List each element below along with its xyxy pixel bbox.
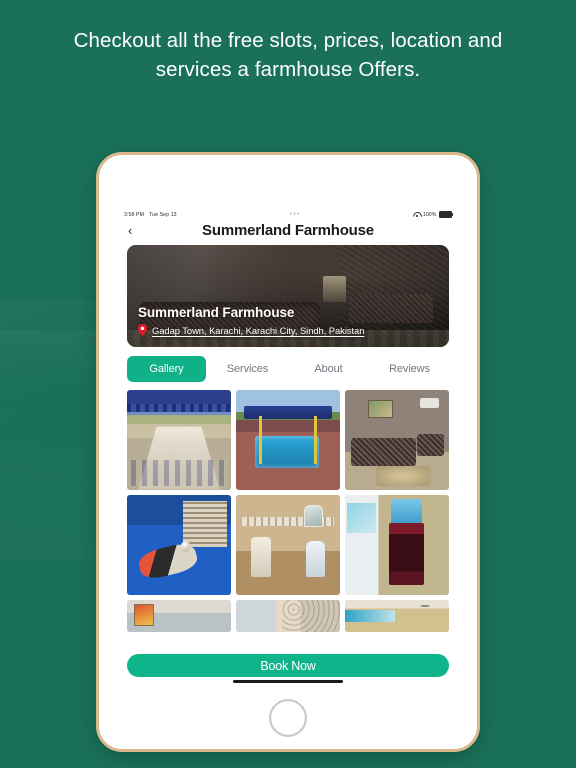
home-circle-icon[interactable] bbox=[269, 699, 307, 737]
battery-percent-label: 100% bbox=[422, 211, 437, 218]
farmhouse-hero-card[interactable]: Summerland Farmhouse Gadap Town, Karachi… bbox=[127, 245, 449, 347]
gallery-image-5-art bbox=[236, 495, 340, 595]
ios-status-bar: 3:58 PM Tue Sep 13 ••• 100% bbox=[120, 207, 456, 219]
app-navigation-bar: ‹ Summerland Farmhouse bbox=[120, 219, 456, 241]
battery-icon bbox=[439, 210, 453, 219]
gallery-image-9-art bbox=[345, 600, 449, 632]
chevron-left-icon[interactable]: ‹ bbox=[126, 224, 134, 237]
gallery-image-3-painting bbox=[367, 400, 393, 418]
gallery-image-1-detail bbox=[131, 460, 227, 486]
multitask-indicator-icon[interactable]: ••• bbox=[177, 211, 414, 218]
gallery-image-3-rug bbox=[376, 466, 431, 486]
gallery-image-1[interactable] bbox=[127, 390, 231, 490]
gallery-image-2-post-right bbox=[314, 416, 318, 464]
status-bar-left: 3:58 PM Tue Sep 13 bbox=[124, 212, 177, 218]
gallery-image-5[interactable] bbox=[236, 495, 340, 595]
status-bar-right: 100% bbox=[413, 210, 453, 219]
hero-location-row[interactable]: Gadap Town, Karachi, Karachi City, Sindh… bbox=[138, 324, 439, 336]
map-pin-icon bbox=[138, 324, 147, 336]
book-now-button[interactable]: Book Now bbox=[127, 654, 449, 677]
gallery-image-8-art bbox=[236, 600, 340, 632]
hero-text-block: Summerland Farmhouse Gadap Town, Karachi… bbox=[138, 305, 439, 336]
gallery-image-3[interactable] bbox=[345, 390, 449, 490]
gallery-image-5-mirror bbox=[303, 505, 324, 527]
tab-reviews[interactable]: Reviews bbox=[370, 356, 449, 382]
ios-home-indicator[interactable] bbox=[233, 679, 343, 683]
gallery-image-4[interactable] bbox=[127, 495, 231, 595]
gallery-image-7-art bbox=[127, 600, 231, 632]
tablet-device-frame: 3:58 PM Tue Sep 13 ••• 100% ‹ Summerland… bbox=[96, 152, 480, 752]
gallery-image-2[interactable] bbox=[236, 390, 340, 490]
gallery-image-6-window bbox=[347, 503, 377, 533]
tab-about[interactable]: About bbox=[289, 356, 368, 382]
gallery-image-3-ac-unit bbox=[419, 398, 439, 408]
gallery-image-8[interactable] bbox=[236, 600, 340, 632]
gallery-image-6[interactable] bbox=[345, 495, 449, 595]
page-headline: Checkout all the free slots, prices, loc… bbox=[73, 29, 503, 81]
gallery-grid bbox=[127, 390, 449, 632]
status-bar-date: Tue Sep 13 bbox=[149, 211, 177, 218]
gallery-image-9[interactable] bbox=[345, 600, 449, 632]
tablet-screen: 3:58 PM Tue Sep 13 ••• 100% ‹ Summerland… bbox=[120, 207, 456, 685]
wifi-icon bbox=[413, 212, 420, 217]
gallery-image-7[interactable] bbox=[127, 600, 231, 632]
hero-address-link[interactable]: Gadap Town, Karachi, Karachi City, Sindh… bbox=[152, 325, 364, 336]
background-watermark-secondary bbox=[0, 330, 110, 390]
status-bar-time: 3:58 PM bbox=[124, 211, 145, 218]
page-title: Summerland Farmhouse bbox=[202, 221, 374, 239]
gallery-image-4-art bbox=[127, 495, 231, 595]
tab-gallery[interactable]: Gallery bbox=[127, 356, 206, 382]
tab-services[interactable]: Services bbox=[208, 356, 287, 382]
gallery-image-2-art bbox=[236, 390, 340, 490]
content-tabs: Gallery Services About Reviews bbox=[127, 356, 449, 382]
hero-title: Summerland Farmhouse bbox=[138, 305, 295, 320]
gallery-image-2-post-left bbox=[258, 416, 262, 464]
